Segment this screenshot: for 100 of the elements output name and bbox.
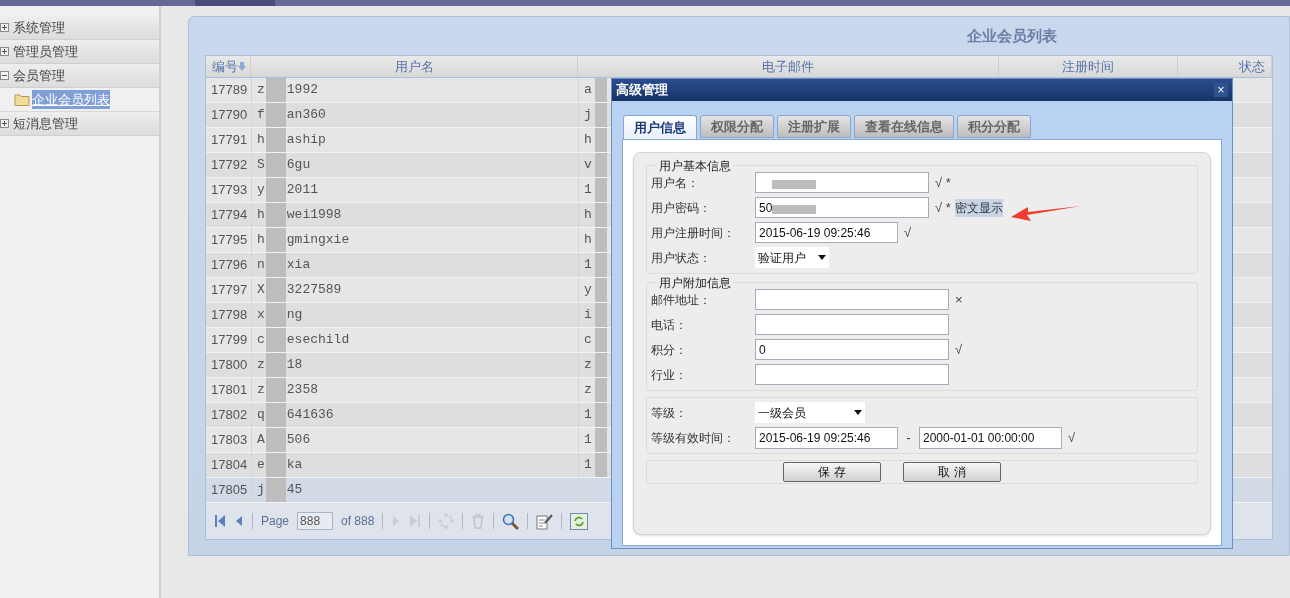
sidebar-item[interactable]: 系统管理 (0, 16, 159, 40)
table-cell-text: h (584, 231, 592, 250)
table-cell-text: j (257, 481, 265, 500)
table-cell-text: 17790 (210, 106, 249, 125)
tab[interactable]: 用户信息 (623, 115, 697, 139)
table-cell-text: 17805 (210, 481, 249, 500)
table-cell-text: x (257, 306, 265, 325)
input-field[interactable] (755, 314, 949, 335)
table-cell-text: 2358 (286, 381, 319, 400)
collapse-icon[interactable] (0, 71, 9, 80)
table-cell-text: z (584, 356, 592, 375)
fieldset-legend: 用户附加信息 (657, 274, 733, 292)
column-header[interactable]: 电子邮件 (578, 56, 999, 77)
input-field[interactable] (755, 364, 949, 385)
table-cell-text: 2011 (286, 181, 319, 200)
column-header[interactable]: 注册时间 (999, 56, 1178, 77)
status-select[interactable]: 验证用户 (755, 247, 829, 268)
table-cell-text: z (584, 381, 592, 400)
range-dash: - (905, 430, 912, 447)
table-cell-text: v (584, 156, 592, 175)
sidebar-item[interactable]: 会员管理 (0, 64, 159, 88)
redaction-bar (594, 128, 607, 152)
column-header[interactable]: 状态 (1178, 56, 1272, 77)
table-cell-text: 17795 (210, 231, 249, 250)
table-cell-text: 17793 (210, 181, 249, 200)
field-label: 用户状态： (650, 249, 712, 267)
table-cell-text: h (257, 131, 265, 150)
input-field[interactable]: 2000-01-01 00:00:00 (919, 427, 1062, 449)
sort-down-icon (238, 62, 246, 71)
table-cell-text: c (257, 331, 265, 350)
tab[interactable]: 积分分配 (957, 115, 1031, 138)
input-field[interactable]: 50 (755, 197, 929, 218)
redaction-bar (594, 303, 607, 327)
table-cell-text: esechild (286, 331, 350, 350)
table-cell-text: h (584, 131, 592, 150)
previous-page-icon[interactable] (234, 514, 244, 528)
table-cell-text: q (257, 406, 265, 425)
table-cell-text: z (257, 81, 265, 100)
table-cell-text: 17798 (210, 306, 249, 325)
show-password-link[interactable]: 密文显示 (954, 198, 1003, 217)
table-cell-text: n (257, 256, 265, 275)
table-cell-text: 17797 (210, 281, 249, 300)
table-cell-text: gmingxie (286, 231, 350, 250)
expand-icon[interactable] (0, 119, 9, 128)
refresh-icon[interactable] (570, 512, 589, 530)
column-header[interactable]: 用户名 (251, 56, 578, 77)
redaction-bar (265, 153, 286, 177)
table-cell-text: 1 (584, 431, 592, 450)
sidebar-item[interactable]: 管理员管理 (0, 40, 159, 64)
input-field[interactable]: 2015-06-19 09:25:46 (755, 427, 898, 449)
table-cell-text: z (257, 381, 265, 400)
tab[interactable]: 查看在线信息 (854, 115, 954, 138)
caret-icon (818, 255, 826, 260)
table-cell-text: 17801 (210, 381, 249, 400)
table-cell-text: c (584, 331, 592, 350)
field-label: 用户名： (650, 174, 700, 192)
redaction-bar (594, 428, 607, 452)
tab[interactable]: 权限分配 (700, 115, 774, 138)
redaction-bar (594, 328, 607, 352)
table-cell-text: A (257, 431, 265, 450)
folder-icon (14, 93, 30, 106)
table-cell-text: 17804 (210, 456, 249, 475)
redaction-bar (594, 78, 607, 102)
table-cell-text: 6gu (286, 156, 311, 175)
field-label: 用户注册时间： (650, 224, 736, 242)
table-cell-text: 1 (584, 181, 592, 200)
input-field[interactable] (755, 172, 929, 193)
caret-icon (854, 410, 862, 415)
cancel-button[interactable]: 取 消 (903, 462, 1001, 482)
page-field[interactable]: 888 (297, 512, 334, 530)
table-cell-text: 17800 (210, 356, 249, 375)
input-field[interactable]: 0 (755, 339, 949, 360)
first-page-icon[interactable] (214, 514, 226, 528)
validation-mark: √ (955, 340, 963, 359)
edit-document-icon[interactable] (536, 512, 554, 530)
table-cell-text: xia (286, 256, 311, 275)
redaction-bar (594, 453, 607, 477)
redaction-bar (594, 278, 607, 302)
fieldset-legend: 用户基本信息 (657, 157, 733, 175)
table-cell-text: 1 (584, 456, 592, 475)
close-button[interactable]: × (1214, 83, 1228, 97)
search-icon[interactable] (502, 512, 520, 530)
table-cell-text: j (584, 106, 592, 125)
sidebar-item[interactable]: 短消息管理 (0, 112, 159, 136)
expand-icon[interactable] (0, 47, 9, 56)
input-field[interactable]: 2015-06-19 09:25:46 (755, 222, 898, 243)
level-select[interactable]: 一级会员 (755, 402, 865, 423)
expand-icon[interactable] (0, 23, 9, 32)
redaction-bar (594, 178, 607, 202)
redaction-bar (265, 228, 286, 252)
table-cell-text: aship (286, 131, 326, 150)
input-field[interactable] (755, 289, 949, 310)
field-label: 等级有效时间： (650, 430, 736, 447)
tab[interactable]: 注册扩展 (777, 115, 851, 138)
save-button[interactable]: 保 存 (783, 462, 881, 482)
redaction-bar (265, 453, 286, 477)
redaction-bar (265, 253, 286, 277)
column-header[interactable]: 编号 (206, 56, 251, 77)
redaction-bar (265, 353, 286, 377)
table-cell-text: y (257, 181, 265, 200)
